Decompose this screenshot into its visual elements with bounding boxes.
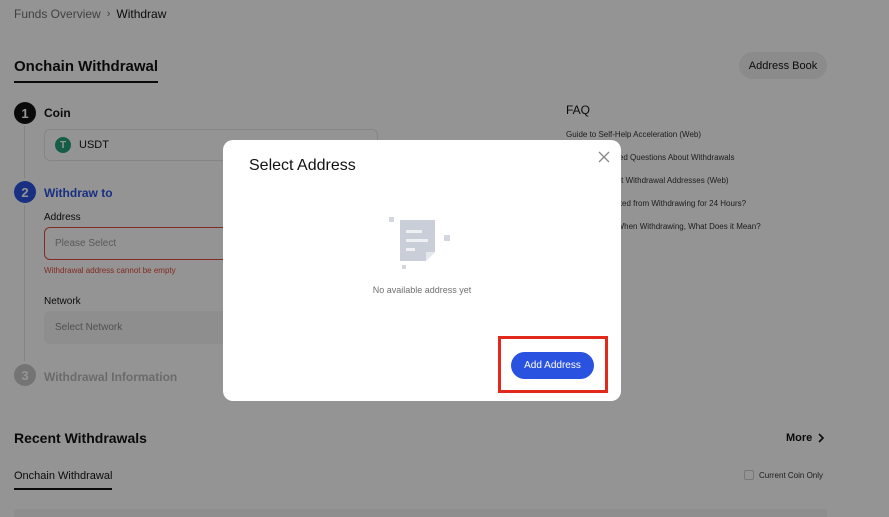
empty-state-message: No available address yet [372,285,472,295]
modal-title: Select Address [249,157,356,174]
highlight-box [498,336,608,393]
empty-document-icon [389,217,450,269]
close-icon[interactable] [598,151,610,163]
